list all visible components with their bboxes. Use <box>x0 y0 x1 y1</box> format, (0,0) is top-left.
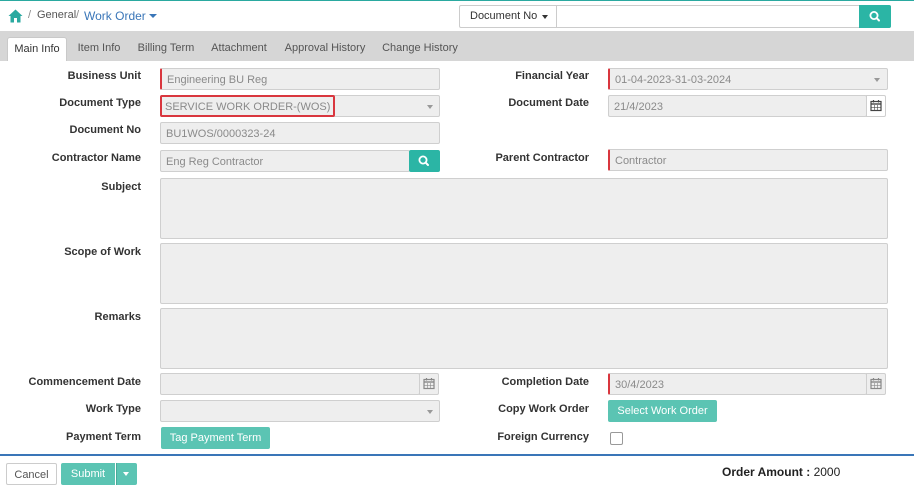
calendar-icon[interactable] <box>866 373 886 395</box>
financial-year-label: Financial Year <box>515 70 589 82</box>
business-unit-field[interactable]: Engineering BU Reg <box>160 68 440 90</box>
work-type-select[interactable] <box>160 400 440 422</box>
remarks-label: Remarks <box>94 311 141 323</box>
document-date-field[interactable]: 21/4/2023 <box>608 95 867 117</box>
order-amount-value: 2000 <box>813 465 841 479</box>
footer-bar: Cancel Submit Order Amount : 2000 <box>0 454 914 486</box>
contractor-search-button[interactable] <box>409 150 440 172</box>
work-type-label: Work Type <box>85 403 141 415</box>
order-amount: Order Amount : 2000 <box>722 465 840 479</box>
commencement-date-label: Commencement Date <box>28 376 141 388</box>
chevron-down-icon <box>427 105 433 109</box>
document-no-field[interactable]: BU1WOS/0000323-24 <box>160 122 440 144</box>
document-type-value: SERVICE WORK ORDER-(WOS) <box>160 95 335 117</box>
business-unit-label: Business Unit <box>67 70 141 82</box>
contractor-name-label: Contractor Name <box>51 152 141 164</box>
calendar-icon[interactable] <box>866 95 886 117</box>
contractor-name-field[interactable]: Eng Reg Contractor <box>160 150 410 172</box>
document-date-label: Document Date <box>508 97 589 109</box>
chevron-down-icon[interactable] <box>149 14 157 18</box>
search-button[interactable] <box>859 5 891 28</box>
tab-main-info[interactable]: Main Info <box>7 37 67 61</box>
completion-date-label: Completion Date <box>501 376 589 388</box>
remarks-textarea[interactable] <box>160 308 888 369</box>
scope-of-work-label: Scope of Work <box>64 246 141 258</box>
breadcrumb-general[interactable]: General <box>37 9 76 21</box>
chevron-down-icon <box>874 78 880 82</box>
tag-payment-term-button[interactable]: Tag Payment Term <box>161 427 270 449</box>
main-info-form: Business Unit Engineering BU Reg Financi… <box>0 61 914 454</box>
breadcrumb-work-order[interactable]: Work Order <box>84 9 146 23</box>
select-work-order-button[interactable]: Select Work Order <box>608 400 717 422</box>
breadcrumb-separator: / <box>28 9 32 21</box>
subject-label: Subject <box>101 181 141 193</box>
submit-button[interactable]: Submit <box>61 463 115 485</box>
top-bar: / General / Work Order Document No <box>0 0 914 31</box>
search-field-dropdown[interactable]: Document No <box>460 6 557 27</box>
tab-attachment[interactable]: Attachment <box>205 37 273 61</box>
tab-billing-term[interactable]: Billing Term <box>132 37 200 61</box>
foreign-currency-label: Foreign Currency <box>497 431 589 443</box>
tab-approval-history[interactable]: Approval History <box>279 37 371 61</box>
parent-contractor-label: Parent Contractor <box>495 152 589 164</box>
subject-textarea[interactable] <box>160 178 888 239</box>
scope-of-work-textarea[interactable] <box>160 243 888 304</box>
order-amount-label: Order Amount : <box>722 465 811 479</box>
document-type-label: Document Type <box>59 97 141 109</box>
caret-down-icon <box>542 15 548 19</box>
tab-bar: Main Info Item Info Billing Term Attachm… <box>0 31 914 61</box>
document-no-label: Document No <box>69 124 142 136</box>
caret-down-icon <box>123 472 129 476</box>
calendar-icon[interactable] <box>419 373 439 395</box>
search-icon <box>418 155 429 166</box>
parent-contractor-field[interactable]: Contractor <box>608 149 888 171</box>
commencement-date-field[interactable] <box>160 373 420 395</box>
financial-year-value: 01-04-2023-31-03-2024 <box>615 74 732 86</box>
payment-term-label: Payment Term <box>66 431 141 443</box>
home-icon[interactable] <box>8 9 23 23</box>
foreign-currency-checkbox[interactable] <box>610 432 623 445</box>
breadcrumb-separator: / <box>76 9 80 21</box>
financial-year-select[interactable]: 01-04-2023-31-03-2024 <box>608 68 888 90</box>
search-icon <box>869 11 880 22</box>
cancel-button[interactable]: Cancel <box>6 463 57 485</box>
tab-change-history[interactable]: Change History <box>377 37 463 61</box>
search-field-dropdown-label: Document No <box>470 10 538 22</box>
submit-options-dropdown[interactable] <box>116 463 137 485</box>
chevron-down-icon <box>427 410 433 414</box>
search-bar: Document No <box>459 5 891 28</box>
tab-item-info[interactable]: Item Info <box>71 37 127 61</box>
completion-date-field[interactable]: 30/4/2023 <box>608 373 867 395</box>
search-input[interactable] <box>558 6 858 27</box>
copy-work-order-label: Copy Work Order <box>498 403 589 415</box>
